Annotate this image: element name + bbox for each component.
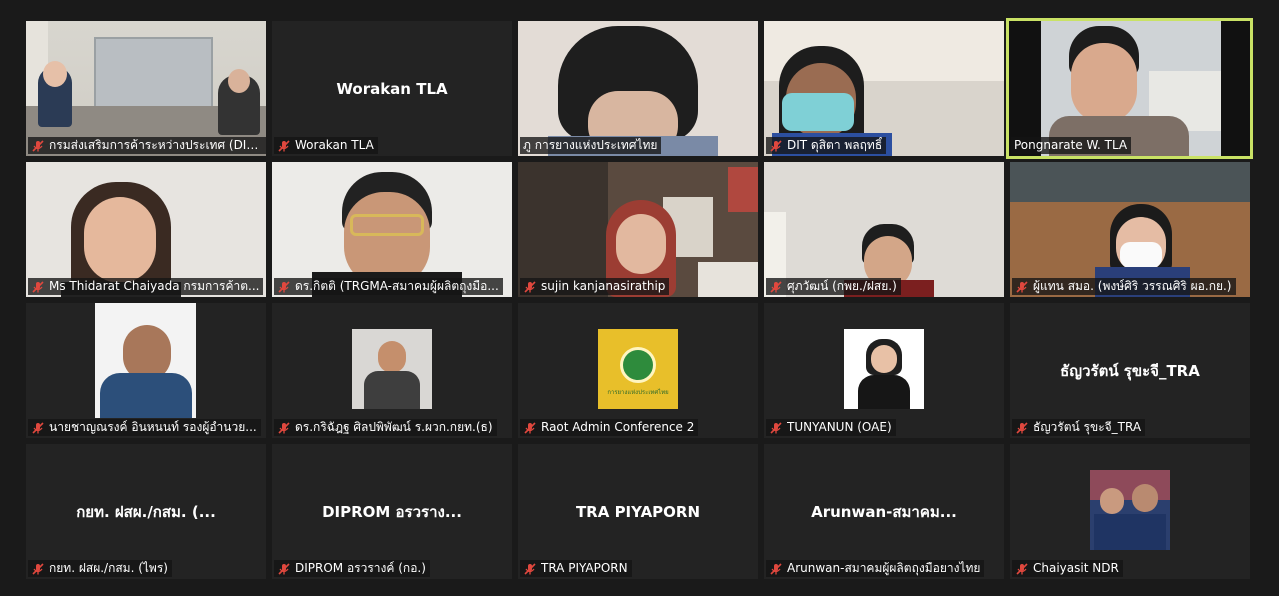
participant-name-label: ดร.กิตติ (TRGMA-สมาคมผู้ผลิตถุงมือ...	[274, 278, 503, 295]
mic-muted-icon	[32, 421, 44, 434]
participant-name-label: กรมส่งเสริมการค้าระหว่างประเทศ (DIT...	[28, 137, 266, 154]
mic-muted-icon	[1016, 421, 1028, 434]
participant-name-label: Pongnarate W. TLA	[1011, 137, 1132, 154]
participant-name-label: Ms Thidarat Chaiyada กรมการค้าต...	[28, 278, 264, 295]
mic-muted-icon	[278, 139, 290, 152]
participant-tile[interactable]: TUNYANUN (OAE)	[764, 303, 1004, 438]
participant-tile[interactable]: การยางแห่งประเทศไทย Raot Admin Conferenc…	[518, 303, 758, 438]
participant-video	[272, 162, 512, 297]
participant-tile[interactable]: ดร.กิตติ (TRGMA-สมาคมผู้ผลิตถุงมือ...	[272, 162, 512, 297]
profile-picture	[1090, 470, 1170, 550]
rubber-authority-logo: การยางแห่งประเทศไทย	[598, 329, 678, 409]
participant-video	[26, 162, 266, 297]
participant-tile[interactable]: Ms Thidarat Chaiyada กรมการค้าต...	[26, 162, 266, 297]
participant-video	[764, 162, 1004, 297]
participant-display-name: Arunwan-สมาคม...	[811, 502, 957, 521]
participant-name-label: Chaiyasit NDR	[1012, 560, 1123, 577]
mic-muted-icon	[278, 280, 290, 293]
mic-muted-icon	[278, 562, 290, 575]
mic-muted-icon	[32, 562, 44, 575]
profile-picture	[95, 303, 196, 418]
mic-muted-icon	[770, 562, 782, 575]
participant-name-label: TRA PIYAPORN	[520, 560, 632, 577]
mic-muted-icon	[1016, 562, 1028, 575]
participant-display-name: DIPROM อรวราง...	[322, 502, 462, 521]
participant-tile-active-speaker[interactable]: Pongnarate W. TLA	[1006, 18, 1253, 159]
participant-name-label: DIT ดุสิตา พลฤทธิ์	[766, 137, 887, 154]
participant-tile[interactable]: DIPROM อรวราง... DIPROM อรวรางค์ (กอ.)	[272, 444, 512, 579]
mic-muted-icon	[32, 280, 44, 293]
mic-muted-icon	[1016, 280, 1028, 293]
profile-picture	[844, 329, 924, 409]
participant-tile[interactable]: TRA PIYAPORN TRA PIYAPORN	[518, 444, 758, 579]
participant-video	[518, 21, 758, 156]
participant-video	[1009, 21, 1250, 156]
participant-name-label: ธัญวรัตน์ รุขะจี_TRA	[1012, 419, 1146, 436]
participant-tile[interactable]: DIT ดุสิตา พลฤทธิ์	[764, 21, 1004, 156]
mic-muted-icon	[770, 139, 782, 152]
participant-video	[26, 21, 266, 156]
mic-muted-icon	[770, 421, 782, 434]
participant-name-label: DIPROM อรวรางค์ (กอ.)	[274, 560, 430, 577]
participant-name-label: TUNYANUN (OAE)	[766, 419, 896, 436]
participant-display-name: กยท. ฝสผ./กสม. (...	[76, 502, 216, 521]
participant-tile[interactable]: ศุภวัฒน์ (กพย./ฝสย.)	[764, 162, 1004, 297]
profile-picture	[352, 329, 432, 409]
participant-name-label: ผู้แทน สมอ. (พงษ์ศิริ วรรณศิริ ผอ.กย.)	[1012, 278, 1236, 295]
participant-tile[interactable]: sujin kanjanasirathip	[518, 162, 758, 297]
participant-name-label: กยท. ฝสผ./กสม. (ไพร)	[28, 560, 172, 577]
mic-muted-icon	[278, 421, 290, 434]
mic-muted-icon	[32, 139, 44, 152]
participant-tile[interactable]: นายชาญณรงค์ อินหนนท์ รองผู้อำนวย...	[26, 303, 266, 438]
mic-muted-icon	[524, 280, 536, 293]
mic-muted-icon	[524, 562, 536, 575]
participant-video	[1010, 162, 1250, 297]
participant-display-name: Worakan TLA	[336, 79, 448, 98]
participant-name-label: Worakan TLA	[274, 137, 378, 154]
participant-name-label: ศุภวัฒน์ (กพย./ฝสย.)	[766, 278, 901, 295]
participant-name-label: Arunwan-สมาคมผู้ผลิตถุงมือยางไทย	[766, 560, 985, 577]
participant-tile[interactable]: ผู้แทน สมอ. (พงษ์ศิริ วรรณศิริ ผอ.กย.)	[1010, 162, 1250, 297]
participant-tile[interactable]: Chaiyasit NDR	[1010, 444, 1250, 579]
participant-display-name: TRA PIYAPORN	[575, 502, 701, 521]
participant-tile[interactable]: Worakan TLA Worakan TLA	[272, 21, 512, 156]
participant-name-label: Raot Admin Conference 2	[520, 419, 699, 436]
mic-muted-icon	[524, 421, 536, 434]
participant-name-label: ภู การยางแห่งประเทศไทย	[520, 137, 662, 154]
participant-tile[interactable]: ดร.กริฉัฎฐ ศิลปพิพัฒน์ ร.ผวก.กยท.(ธ)	[272, 303, 512, 438]
participant-tile[interactable]: กรมส่งเสริมการค้าระหว่างประเทศ (DIT...	[26, 21, 266, 156]
participant-display-name: ธัญวรัตน์ รุขะจี_TRA	[1060, 361, 1200, 380]
participant-tile[interactable]: ธัญวรัตน์ รุขะจี_TRA ธัญวรัตน์ รุขะจี_TR…	[1010, 303, 1250, 438]
participant-name-label: นายชาญณรงค์ อินหนนท์ รองผู้อำนวย...	[28, 419, 261, 436]
gallery-view: กรมส่งเสริมการค้าระหว่างประเทศ (DIT... W…	[0, 0, 1279, 596]
participant-video	[518, 162, 758, 297]
participant-video	[764, 21, 1004, 156]
participant-tile[interactable]: กยท. ฝสผ./กสม. (... กยท. ฝสผ./กสม. (ไพร)	[26, 444, 266, 579]
participant-tile[interactable]: ภู การยางแห่งประเทศไทย	[518, 21, 758, 156]
participant-name-label: sujin kanjanasirathip	[520, 278, 670, 295]
participant-tile[interactable]: Arunwan-สมาคม... Arunwan-สมาคมผู้ผลิตถุง…	[764, 444, 1004, 579]
mic-muted-icon	[770, 280, 782, 293]
participant-name-label: ดร.กริฉัฎฐ ศิลปพิพัฒน์ ร.ผวก.กยท.(ธ)	[274, 419, 497, 436]
